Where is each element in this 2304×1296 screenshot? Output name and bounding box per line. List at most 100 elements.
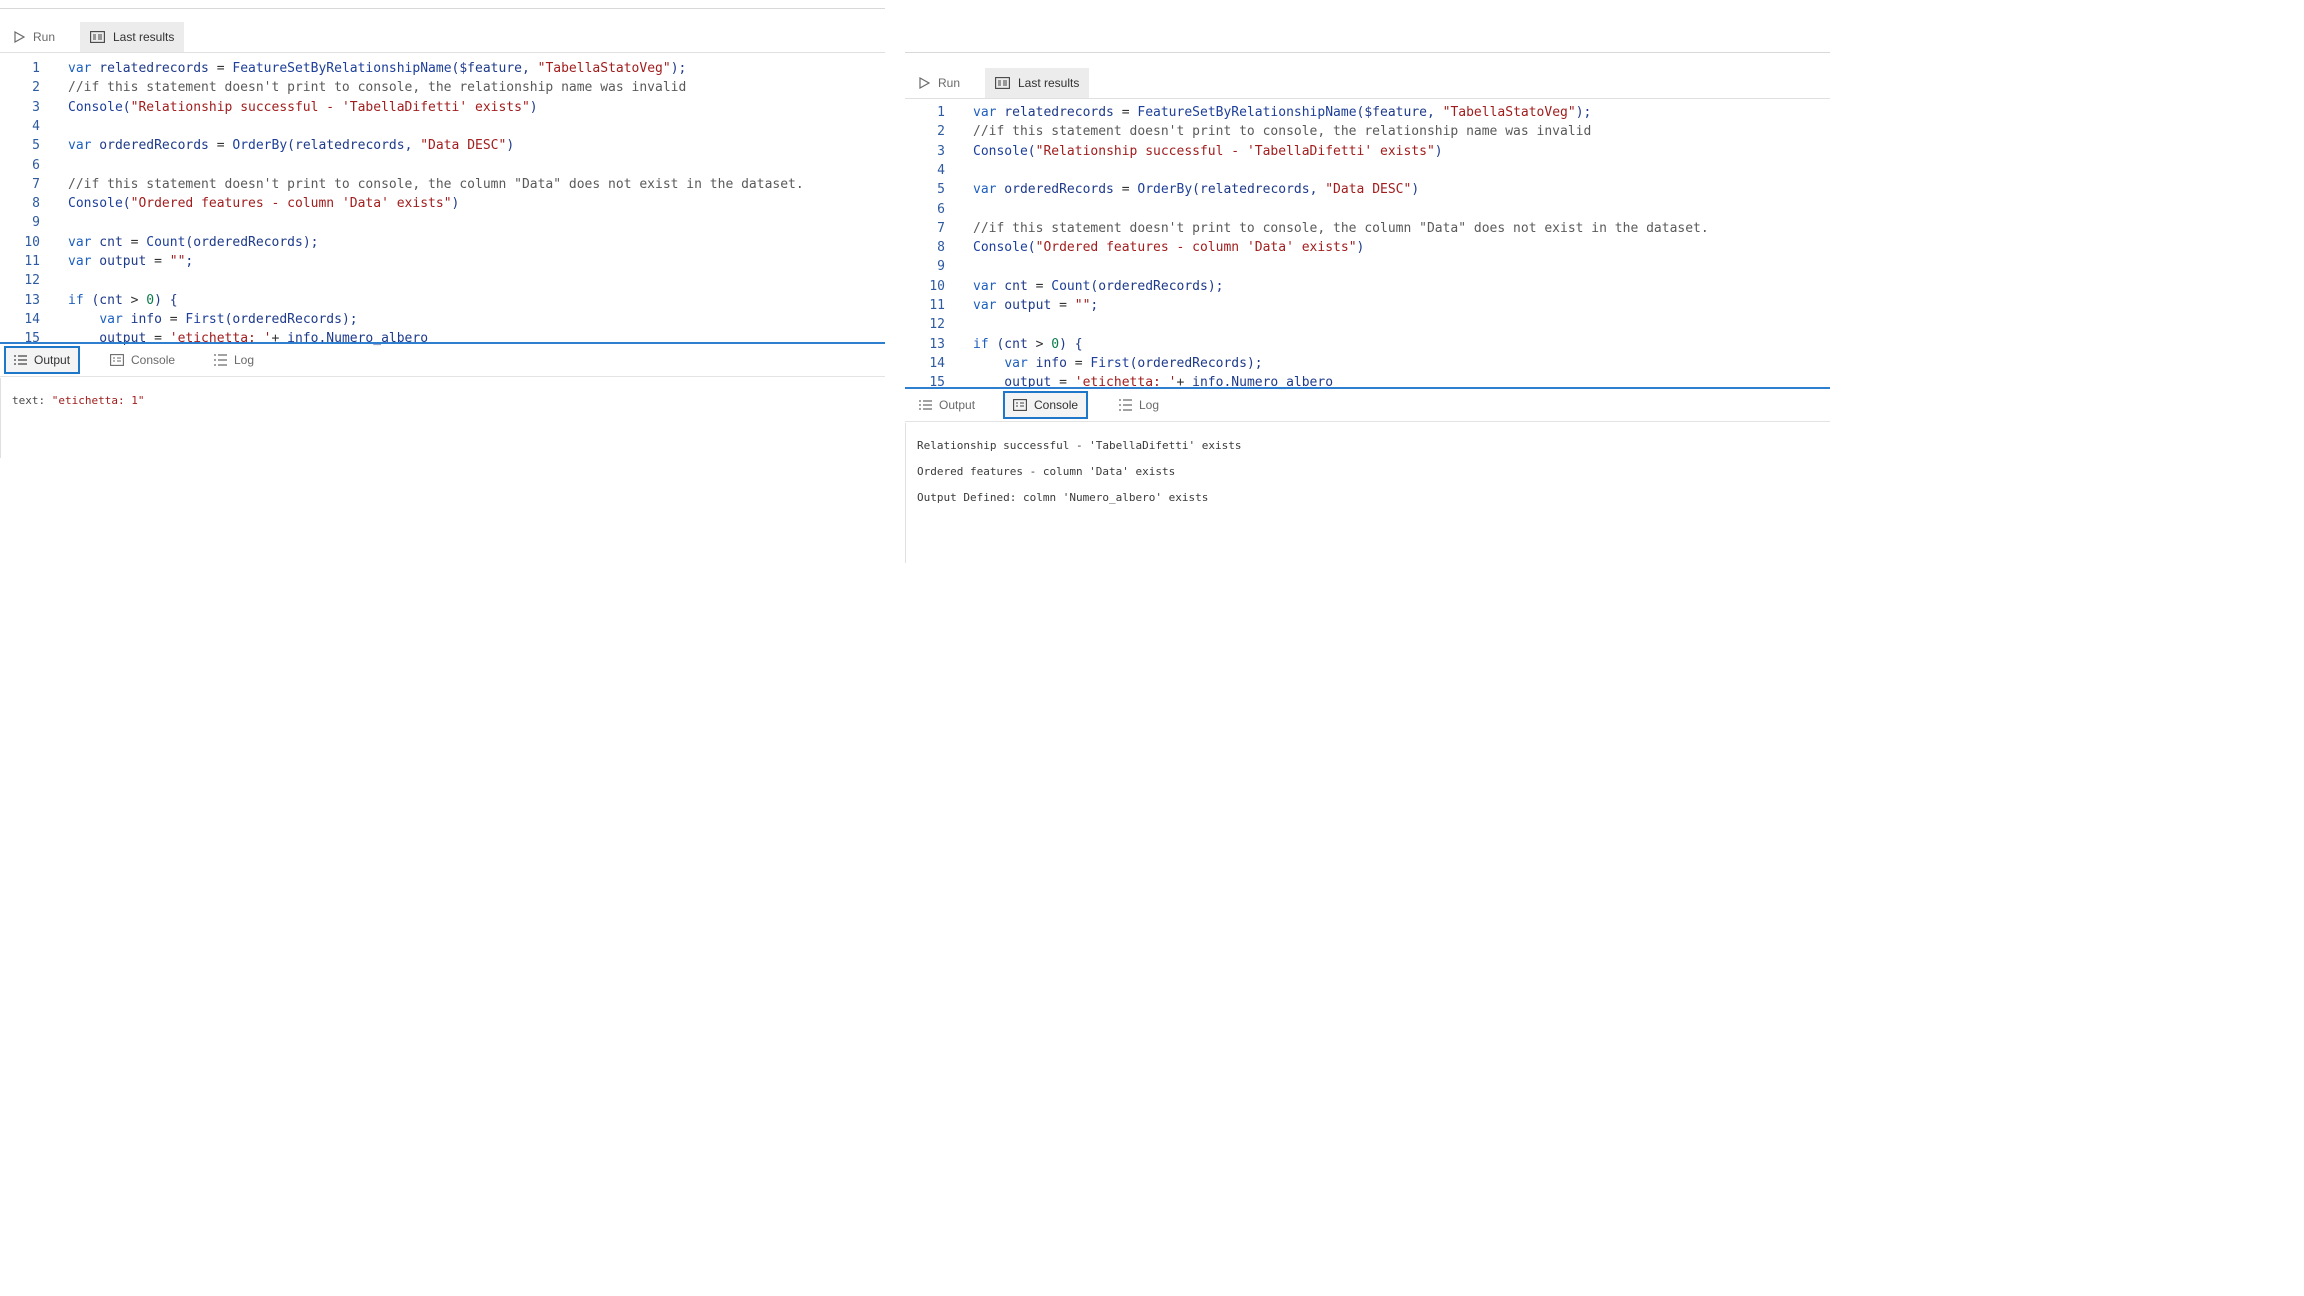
code-text: Console("Ordered features - column 'Data… [68,196,460,212]
code-text: var orderedRecords = OrderBy(relatedreco… [68,138,515,154]
code-line[interactable]: 13 if (cnt > 0) { [905,335,1830,354]
code-line[interactable]: 8 Console("Ordered features - column 'Dat… [905,238,1830,257]
code-editor[interactable]: 1 var relatedrecords = FeatureSetByRelati… [905,101,1830,393]
output-value: "etichetta: 1" [51,394,145,407]
code-text: var relatedrecords = FeatureSetByRelatio… [973,105,1592,120]
tab-output[interactable]: Output [4,346,81,374]
tab-output[interactable]: Output [909,391,985,419]
left-panel: Run Last results 1 var relatedrecords = F… [0,22,885,458]
console-panel: Relationship successful - 'TabellaDifett… [905,423,1830,563]
output-icon [919,399,932,410]
console-line: Output Defined: colmn 'Numero_albero' ex… [917,491,1209,504]
line-number: 9 [937,259,945,275]
code-line[interactable]: 12 [0,271,885,290]
code-line[interactable]: 3 Console("Relationship successful - 'Tab… [905,142,1830,161]
line-number: 11 [929,298,945,313]
tab-log[interactable]: Log [204,346,264,374]
line-number: 14 [929,355,945,371]
line-number: 2 [32,80,40,96]
code-line[interactable]: 1 var relatedrecords = FeatureSetByRelati… [905,103,1830,122]
line-number: 12 [929,317,945,333]
tab-log[interactable]: Log [1109,391,1169,419]
code-line[interactable]: 10 var cnt = Count(orderedRecords); [0,233,885,252]
line-number: 8 [937,240,945,256]
code-line[interactable]: 11 var output = ""; [0,252,885,271]
code-line[interactable]: 12 [905,315,1830,334]
code-line[interactable]: 7 //if this statement doesn't print to co… [905,219,1830,238]
line-number: 7 [937,220,945,236]
line-number: 13 [929,336,945,352]
code-line[interactable]: 13 if (cnt > 0) { [0,291,885,310]
console-icon [110,354,124,366]
toolbar: Run Last results [905,68,1830,99]
left-panel-border [0,378,1,458]
line-number: 12 [24,273,40,289]
line-number: 4 [32,118,40,134]
code-text: var info = First(orderedRecords); [1004,355,1263,371]
output-icon [14,354,27,365]
code-line[interactable]: 6 [905,200,1830,219]
last-results-label: Last results [1018,76,1080,90]
last-results-button[interactable]: Last results [985,68,1090,98]
line-number: 1 [937,105,945,120]
line-number: 3 [32,99,40,115]
line-number: 10 [24,234,40,250]
code-text: Console("Ordered features - column 'Data… [973,240,1365,256]
tab-console[interactable]: Console [1003,391,1089,419]
code-line[interactable]: 5 var orderedRecords = OrderBy(relatedrec… [0,136,885,155]
code-line[interactable]: 4 [0,117,885,136]
line-number: 6 [32,157,40,173]
run-button[interactable]: Run [4,22,65,52]
toolbar: Run Last results [0,22,885,53]
tab-console[interactable]: Console [100,346,185,374]
play-icon [14,31,25,43]
last-results-button[interactable]: Last results [80,22,185,52]
code-line[interactable]: 11 var output = ""; [905,296,1830,315]
output-panel: text: "etichetta: 1" [0,378,885,458]
log-icon [1119,399,1132,411]
line-number: 5 [937,182,945,198]
tab-console-label: Console [131,353,176,367]
code-line[interactable]: 2 //if this statement doesn't print to co… [905,122,1830,141]
code-line[interactable]: 9 [905,257,1830,276]
line-number: 1 [32,61,40,76]
last-results-label: Last results [113,30,175,44]
tab-output-label: Output [34,353,71,367]
tab-output-label: Output [939,398,976,412]
console-icon [1013,399,1027,411]
code-line[interactable]: 8 Console("Ordered features - column 'Dat… [0,194,885,213]
code-text: var info = First(orderedRecords); [99,311,358,327]
code-line[interactable]: 10 var cnt = Count(orderedRecords); [905,277,1830,296]
code-line[interactable]: 4 [905,161,1830,180]
line-number: 9 [32,215,40,231]
log-icon [214,354,227,366]
code-text: if (cnt > 0) { [973,336,1083,352]
code-line[interactable]: 5 var orderedRecords = OrderBy(relatedrec… [905,180,1830,199]
code-line[interactable]: 6 [0,156,885,175]
line-number: 7 [32,176,40,192]
code-line[interactable]: 2 //if this statement doesn't print to co… [0,78,885,97]
code-text: //if this statement doesn't print to con… [973,124,1592,140]
line-number: 11 [24,254,40,269]
code-line[interactable]: 9 [0,213,885,232]
run-label: Run [938,76,961,90]
code-line[interactable]: 3 Console("Relationship successful - 'Tab… [0,98,885,117]
results-tabs: Output Console Log [0,344,885,377]
code-text: var cnt = Count(orderedRecords); [973,278,1224,294]
tab-console-label: Console [1034,398,1079,412]
run-button[interactable]: Run [909,68,970,98]
code-text: //if this statement doesn't print to con… [68,176,804,192]
tab-log-label: Log [1139,398,1160,412]
top-divider [0,0,885,9]
code-line[interactable]: 14 var info = First(orderedRecords); [0,310,885,329]
code-line[interactable]: 7 //if this statement doesn't print to co… [0,175,885,194]
code-text: var cnt = Count(orderedRecords); [68,234,319,250]
console-line: Ordered features - column 'Data' exists [917,465,1176,478]
line-number: 6 [937,201,945,217]
line-number: 8 [32,196,40,212]
code-editor[interactable]: 1 var relatedrecords = FeatureSetByRelati… [0,56,885,362]
output-key: text: [12,394,46,407]
code-line[interactable]: 14 var info = First(orderedRecords); [905,354,1830,373]
code-line[interactable]: 1 var relatedrecords = FeatureSetByRelati… [0,59,885,78]
tab-log-label: Log [234,353,255,367]
